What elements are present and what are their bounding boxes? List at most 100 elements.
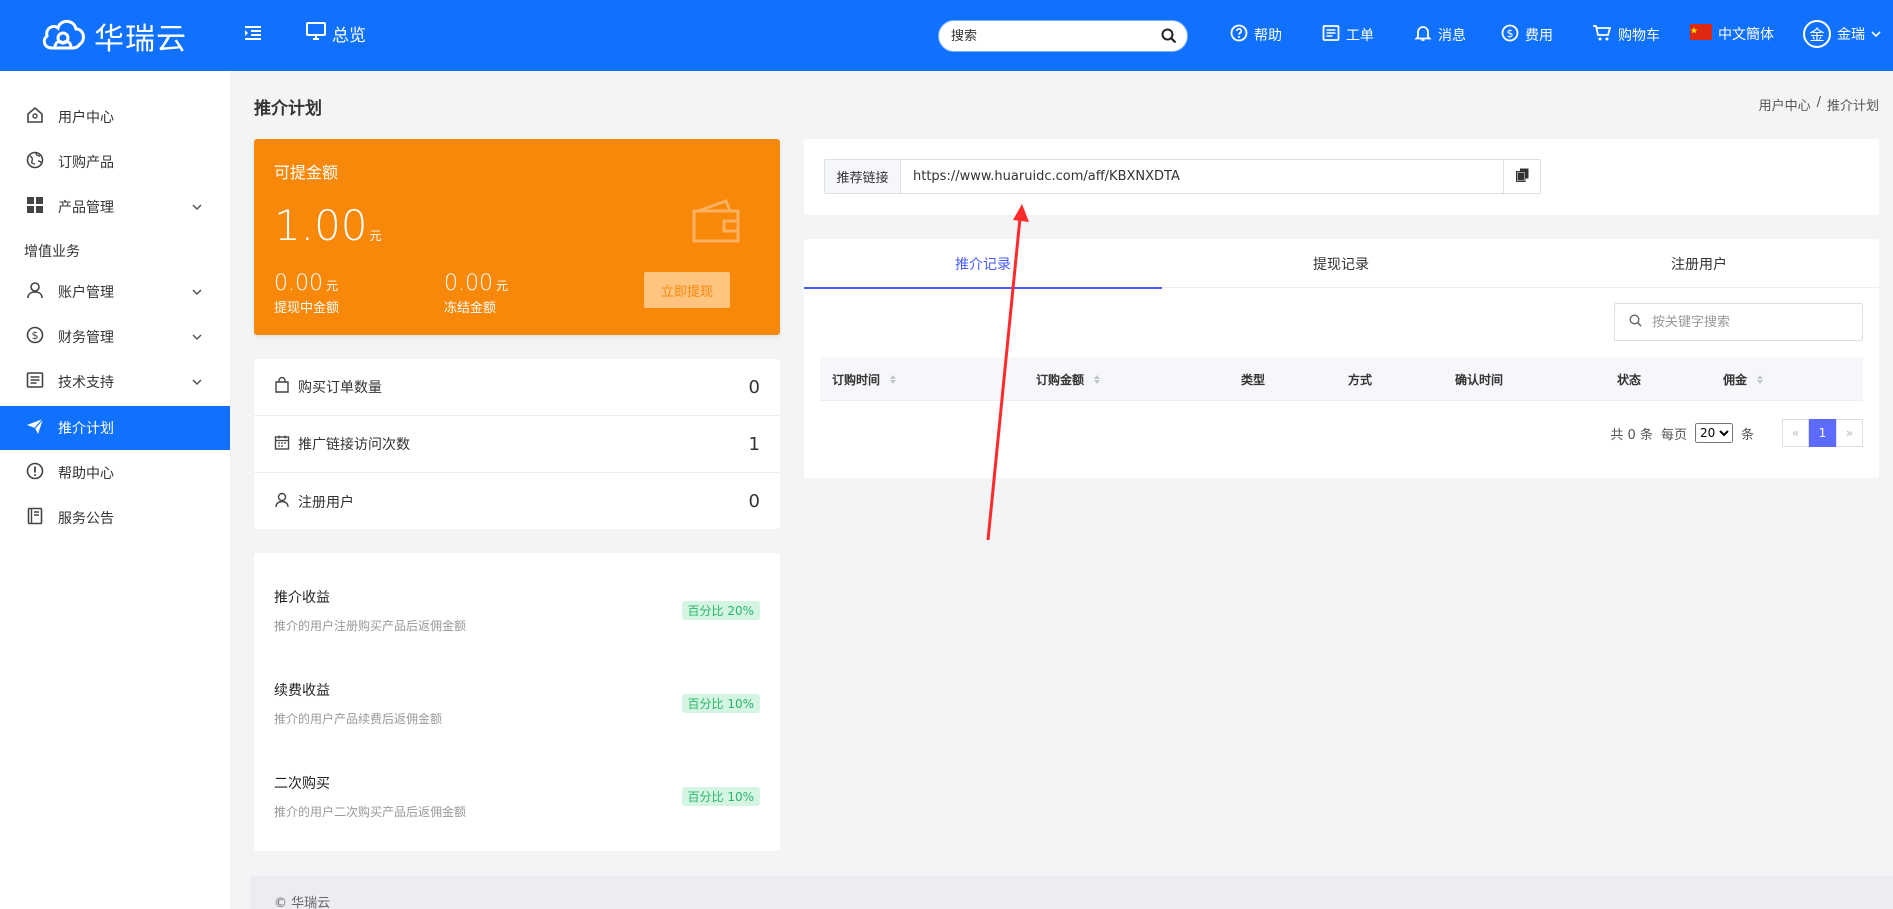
question-circle-icon	[1230, 24, 1248, 46]
logo-text: 华瑞云	[94, 22, 187, 57]
ticket-icon	[1322, 24, 1340, 46]
nav-message[interactable]: 消息	[1414, 24, 1466, 46]
stats-card: 购买订单数量 0 推广链接访问次数 1 注册用户 0	[254, 359, 780, 529]
overview-link[interactable]: 总览	[306, 21, 366, 46]
frozen-label: 冻结金额	[444, 301, 497, 316]
pagination: 共 0 条 每页 20 条 « 1 »	[1610, 419, 1863, 447]
sidebar-item-label: 推介计划	[58, 421, 114, 437]
column-type: 类型	[1241, 373, 1266, 387]
dollar-circle-icon: $	[26, 326, 44, 348]
chevron-down-icon	[192, 374, 202, 390]
stat-label: 购买订单数量	[298, 380, 382, 396]
user-name: 金瑞	[1837, 27, 1865, 43]
stat-row-link-visits: 推广链接访问次数 1	[254, 416, 780, 473]
next-page-button[interactable]: »	[1836, 419, 1863, 447]
frozen-amount-value: 0.00	[444, 271, 493, 296]
nav-fees-label: 费用	[1525, 28, 1553, 44]
page-buttons: « 1 »	[1782, 419, 1863, 447]
sidebar-item-label: 帮助中心	[58, 466, 114, 482]
copy-link-button[interactable]	[1504, 160, 1540, 193]
income-row-referral: 推介收益 推介的用户注册购买产品后返佣金额 百分比 20%	[274, 587, 760, 634]
column-label: 佣金	[1723, 373, 1748, 387]
search-icon[interactable]	[1161, 28, 1177, 48]
footer: © 华瑞云	[250, 876, 1893, 909]
balance-amount-value: 1.00	[274, 201, 368, 250]
user-menu[interactable]: 金 金瑞	[1803, 20, 1881, 48]
tab-withdraw-records[interactable]: 提现记录	[1162, 239, 1520, 288]
avatar: 金	[1803, 20, 1831, 48]
user-icon	[26, 281, 44, 303]
header-search[interactable]	[938, 20, 1188, 52]
sidebar: 用户中心 订购产品 产品管理 增值业务 账户管理 $ 财务管理 技术支持 推介计…	[0, 71, 230, 909]
keyword-search-input[interactable]	[1652, 314, 1852, 330]
balance-unit: 元	[369, 229, 382, 243]
logo[interactable]: 华瑞云	[40, 14, 187, 58]
cloud-logo-icon	[40, 16, 86, 56]
withdrawing-label: 提现中金额	[274, 301, 340, 316]
svg-text:$: $	[1507, 27, 1514, 40]
tab-registered-users[interactable]: 注册用户	[1520, 239, 1878, 288]
percent-badge: 百分比 20%	[681, 601, 760, 620]
search-icon	[1629, 313, 1642, 331]
chevron-down-icon	[192, 199, 202, 215]
balance-title: 可提金额	[274, 163, 339, 182]
sidebar-item-label: 用户中心	[58, 110, 114, 126]
sidebar-item-tech-support[interactable]: 技术支持	[0, 360, 230, 404]
stat-value: 0	[748, 491, 760, 512]
paper-plane-icon	[26, 417, 44, 439]
nav-ticket-label: 工单	[1346, 28, 1374, 44]
referral-link-url[interactable]: https://www.huaruidc.com/aff/KBXNXDTA	[901, 160, 1504, 193]
column-order-time[interactable]: 订购时间	[832, 371, 897, 388]
dollar-circle-icon: $	[1501, 24, 1519, 46]
breadcrumb-separator: /	[1816, 95, 1821, 110]
sidebar-item-product-management[interactable]: 产品管理	[0, 185, 230, 229]
referral-link-card: 推荐链接 https://www.huaruidc.com/aff/KBXNXD…	[804, 139, 1879, 215]
withdraw-button[interactable]: 立即提现	[644, 272, 730, 308]
total-count: 共 0 条	[1610, 427, 1653, 443]
nav-ticket[interactable]: 工单	[1322, 24, 1374, 46]
column-label: 订购金额	[1036, 373, 1085, 387]
sort-icon	[1757, 375, 1764, 384]
column-label: 订购时间	[832, 373, 881, 387]
chevron-down-icon	[1871, 26, 1881, 42]
page-1-button[interactable]: 1	[1809, 419, 1836, 447]
sidebar-item-announcements[interactable]: 服务公告	[0, 496, 230, 540]
home-icon	[26, 106, 44, 128]
nav-language[interactable]: 中文簡体	[1690, 24, 1774, 44]
nav-help[interactable]: 帮助	[1230, 24, 1282, 46]
grid-icon	[26, 196, 44, 218]
wallet-icon	[690, 197, 742, 249]
per-page-select[interactable]: 20	[1694, 423, 1733, 443]
sidebar-item-referral-program[interactable]: 推介计划	[0, 406, 230, 450]
chevron-down-icon	[192, 329, 202, 345]
column-commission[interactable]: 佣金	[1723, 371, 1764, 388]
stat-label: 注册用户	[298, 494, 354, 511]
page-title: 推介计划	[254, 99, 322, 119]
sidebar-item-order-products[interactable]: 订购产品	[0, 140, 230, 184]
menu-toggle-button[interactable]	[244, 24, 262, 46]
nav-language-label: 中文簡体	[1718, 27, 1774, 43]
referral-link-label: 推荐链接	[825, 160, 901, 193]
percent-badge: 百分比 10%	[681, 787, 760, 806]
nav-cart-label: 购物车	[1618, 28, 1660, 44]
globe-icon	[26, 151, 44, 173]
breadcrumb-user-center[interactable]: 用户中心	[1759, 95, 1811, 114]
copy-icon	[1515, 168, 1529, 186]
income-row-renewal: 续费收益 推介的用户产品续费后返佣金额 百分比 10%	[274, 680, 760, 727]
prev-page-button[interactable]: «	[1782, 419, 1809, 447]
tab-referral-records[interactable]: 推介记录	[804, 239, 1162, 289]
nav-fees[interactable]: $ 费用	[1501, 24, 1553, 46]
header-search-input[interactable]	[951, 28, 1151, 44]
chevron-down-icon	[192, 284, 202, 300]
sidebar-item-user-center[interactable]: 用户中心	[0, 95, 230, 139]
column-order-amount[interactable]: 订购金额	[1036, 371, 1101, 388]
sidebar-item-account-management[interactable]: 账户管理	[0, 270, 230, 314]
nav-cart[interactable]: 购物车	[1592, 24, 1660, 46]
column-status: 状态	[1617, 373, 1642, 387]
sidebar-item-label: 产品管理	[58, 200, 114, 216]
sidebar-item-finance-management[interactable]: $ 财务管理	[0, 315, 230, 359]
svg-text:$: $	[32, 329, 39, 342]
keyword-search[interactable]	[1614, 303, 1863, 341]
stat-value: 1	[748, 433, 760, 455]
sidebar-item-help-center[interactable]: 帮助中心	[0, 451, 230, 495]
